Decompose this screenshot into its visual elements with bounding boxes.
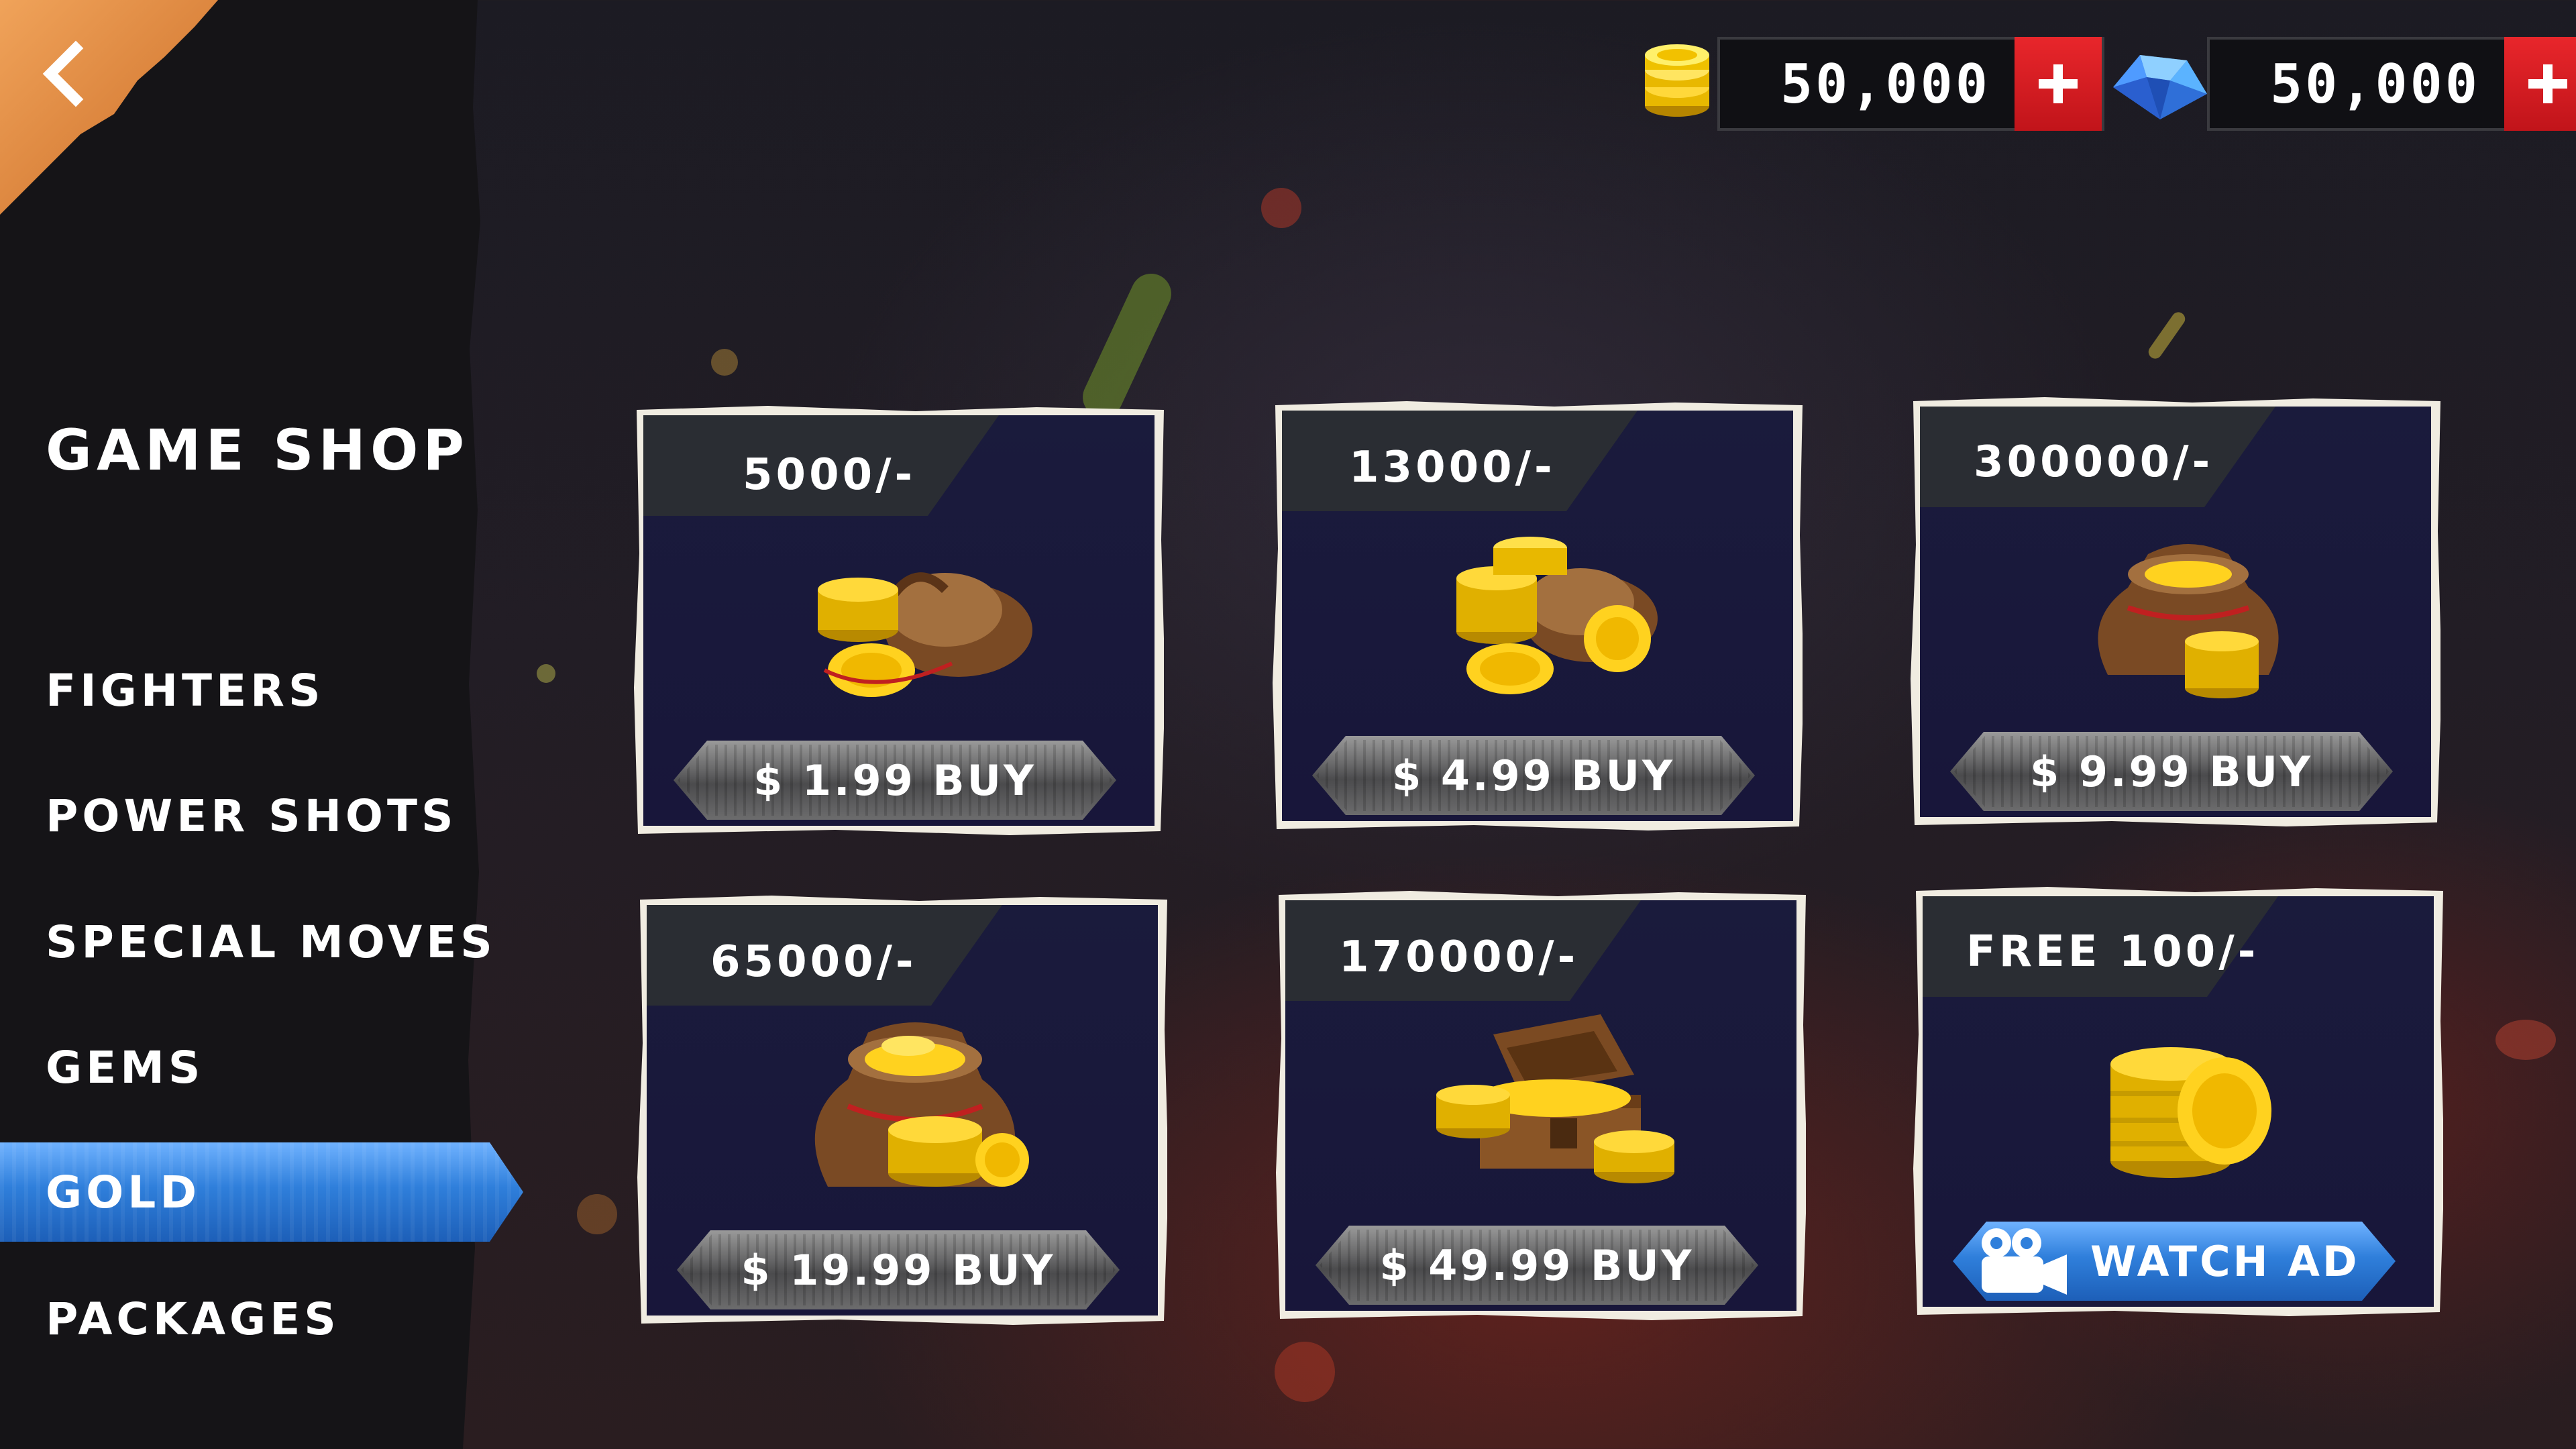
sidebar-item-fighters[interactable]: FIGHTERS (0, 641, 523, 740)
coin-bag-with-stacks-image (1456, 537, 1658, 694)
overflowing-coin-sack-image (814, 1022, 1029, 1187)
sidebar-item-label: GEMS (46, 1041, 205, 1093)
sidebar-item-label: PACKAGES (46, 1293, 340, 1345)
sidebar-item-packages[interactable]: PACKAGES (0, 1269, 523, 1368)
coin-amount: 5000/- (743, 450, 916, 500)
product-card: 300000/- $ 9.99 BUY (1911, 397, 2440, 826)
gems-currency-display: 50,000 (2100, 35, 2576, 133)
ember-particle (2145, 309, 2188, 362)
ember-particle (577, 1194, 617, 1234)
buy-button-label: $ 4.99 BUY (1392, 751, 1675, 800)
coin-amount: FREE 100/- (1966, 927, 2259, 977)
coin-amount: 300000/- (1974, 437, 2214, 487)
sidebar-item-label: GOLD (46, 1166, 201, 1218)
product-card: 5000/- $ 1.99 BUY (634, 406, 1164, 835)
plus-icon (2038, 64, 2078, 103)
buy-button-label: $ 9.99 BUY (2030, 747, 2313, 796)
ember-particle (1261, 188, 1301, 228)
treasure-chest-image (1436, 1014, 1674, 1183)
buy-button[interactable]: $ 1.99 BUY (674, 741, 1116, 820)
gold-currency-display: 50,000 (1637, 35, 2104, 133)
add-gems-button[interactable] (2504, 37, 2576, 131)
blue-gem-icon (2100, 40, 2214, 127)
buy-button[interactable]: $ 9.99 BUY (1950, 732, 2393, 811)
video-camera-icon (1982, 1228, 2067, 1295)
ember-particle (711, 349, 738, 376)
gold-coins-icon (1637, 40, 1724, 127)
sidebar-item-label: FIGHTERS (46, 664, 325, 716)
buy-button[interactable]: $ 49.99 BUY (1316, 1226, 1758, 1305)
coin-stack-image (2110, 1047, 2271, 1178)
gems-balance: 50,000 (2270, 52, 2480, 115)
buy-button[interactable]: $ 4.99 BUY (1312, 736, 1755, 815)
buy-button-label: $ 1.99 BUY (753, 755, 1036, 805)
gold-balance: 50,000 (1780, 52, 1990, 115)
ember-particle (2496, 1020, 2556, 1060)
sidebar-item-gems[interactable]: GEMS (0, 1018, 523, 1117)
watch-ad-label: WATCH AD (2090, 1236, 2360, 1286)
sidebar-item-special-moves[interactable]: SPECIAL MOVES (0, 892, 523, 991)
product-card: FREE 100/- WATCH AD (1913, 887, 2443, 1316)
ember-particle (1275, 1342, 1335, 1402)
buy-button[interactable]: $ 19.99 BUY (677, 1230, 1120, 1309)
product-card: 65000/- $ 19.99 BUY (637, 896, 1167, 1325)
watch-ad-button[interactable]: WATCH AD (1953, 1222, 2396, 1301)
page-title: GAME SHOP (46, 417, 469, 483)
sidebar-item-gold[interactable]: GOLD (0, 1142, 530, 1242)
ember-particle (1076, 267, 1178, 424)
product-card: 13000/- $ 4.99 BUY (1273, 401, 1803, 830)
chevron-left-icon (42, 40, 84, 107)
coin-amount: 65000/- (710, 937, 917, 987)
coin-amount: 13000/- (1349, 443, 1556, 492)
sidebar-item-power-shots[interactable]: POWER SHOTS (0, 766, 523, 865)
gems-balance-box: 50,000 (2207, 37, 2576, 131)
buy-button-label: $ 49.99 BUY (1379, 1240, 1695, 1290)
add-gold-button[interactable] (2014, 37, 2102, 131)
open-coin-sack-image (2098, 544, 2279, 698)
small-coin-bag-image (818, 572, 1032, 697)
product-card: 170000/- $ 49.99 BUY (1276, 891, 1806, 1320)
gold-balance-box: 50,000 (1717, 37, 2104, 131)
sidebar-item-label: POWER SHOTS (46, 790, 458, 842)
sidebar-item-label: SPECIAL MOVES (46, 916, 496, 968)
buy-button-label: $ 19.99 BUY (741, 1245, 1056, 1295)
coin-amount: 170000/- (1339, 932, 1579, 982)
back-button[interactable] (27, 37, 101, 111)
plus-icon (2528, 64, 2567, 103)
ember-particle (537, 664, 555, 683)
